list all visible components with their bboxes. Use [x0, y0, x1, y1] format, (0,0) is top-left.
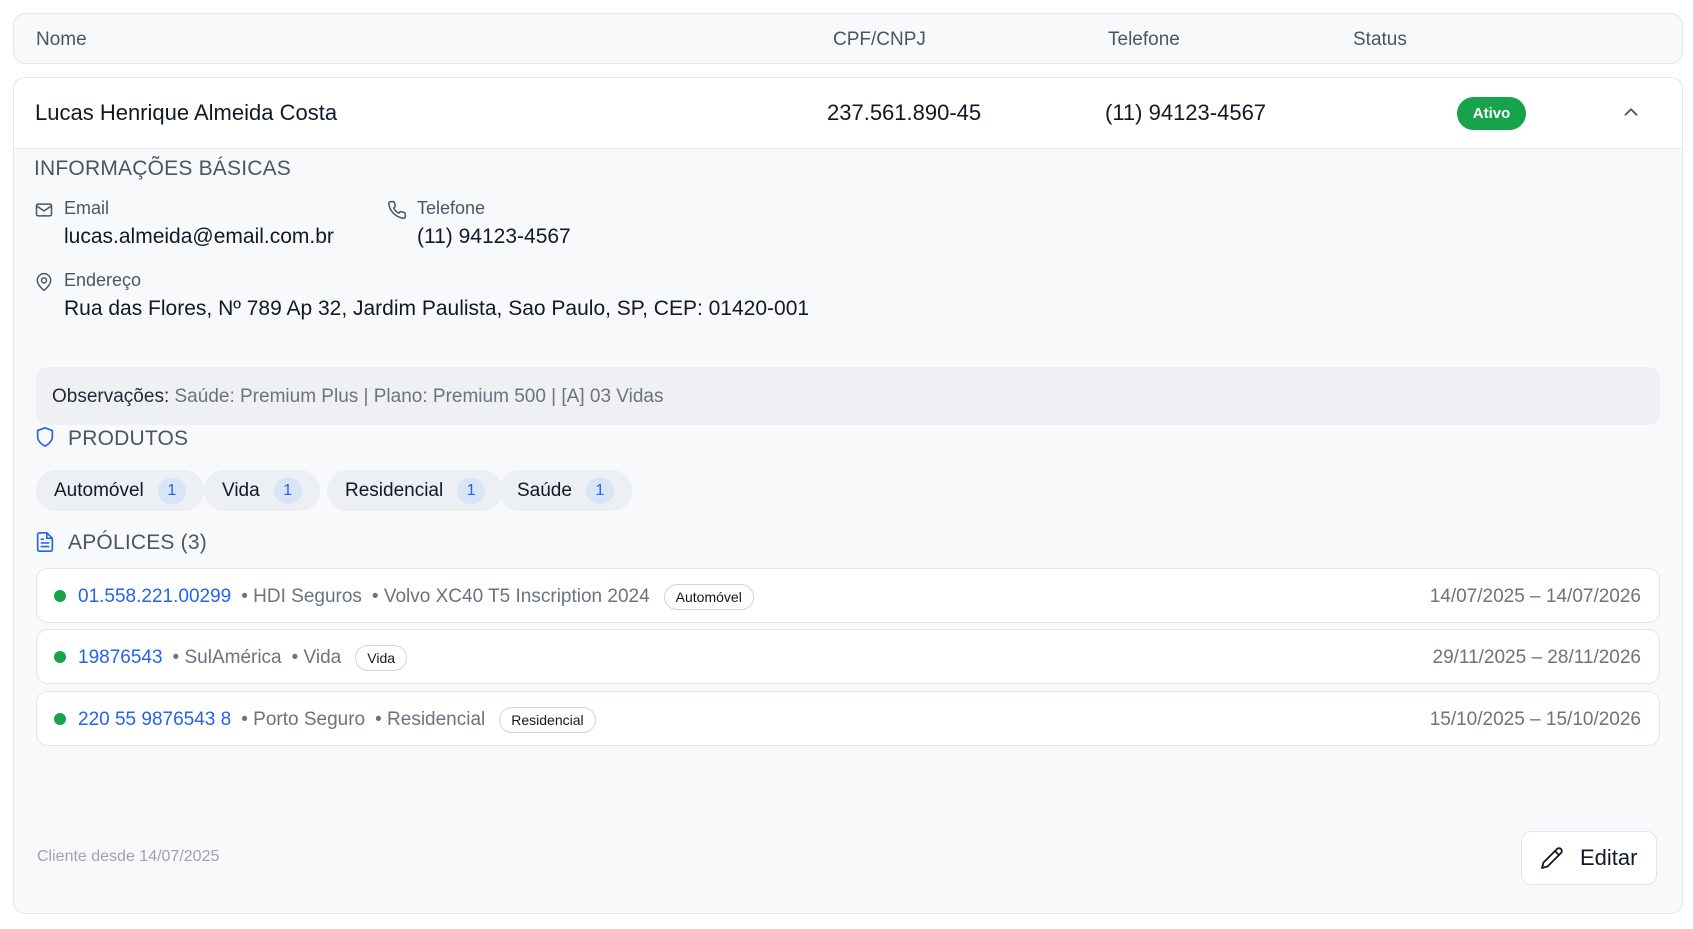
table-header: Nome CPF/CNPJ Telefone Status — [13, 13, 1683, 64]
client-row[interactable]: Lucas Henrique Almeida Costa 237.561.890… — [14, 78, 1682, 149]
policy-description: • Residencial — [375, 708, 486, 730]
policy-status-dot — [54, 651, 66, 663]
client-name: Lucas Henrique Almeida Costa — [35, 100, 338, 125]
policy-dates: 29/11/2025 – 28/11/2026 — [1432, 647, 1642, 668]
product-chip-saude[interactable]: Saúde 1 — [499, 470, 632, 511]
policy-description: • Volvo XC40 T5 Inscription 2024 — [371, 585, 650, 607]
policy-status-dot — [54, 713, 66, 725]
product-chip-residencial[interactable]: Residencial 1 — [327, 470, 504, 511]
phone-icon — [388, 200, 407, 219]
pencil-icon — [1541, 847, 1563, 869]
file-text-icon — [36, 532, 54, 552]
policy-dates: 15/10/2025 – 15/10/2026 — [1429, 709, 1641, 730]
edit-button[interactable]: Editar — [1521, 831, 1657, 885]
address-label: Endereço — [64, 270, 142, 290]
product-chip-label: Residencial — [345, 479, 444, 501]
observations-text: Saúde: Premium Plus | Plano: Premium 500… — [169, 386, 664, 407]
policy-insurer: • Porto Seguro — [241, 708, 366, 730]
column-header-name[interactable]: Nome — [36, 29, 87, 51]
product-count-badge: 1 — [457, 477, 486, 504]
observations-label: Observações: — [52, 386, 170, 407]
policy-row[interactable]: 01.558.221.00299 • HDI Seguros • Volvo X… — [36, 568, 1660, 623]
map-pin-icon — [36, 272, 52, 292]
product-count-badge: 1 — [273, 477, 302, 504]
policy-dates: 14/07/2025 – 14/07/2026 — [1429, 586, 1641, 607]
products-title: PRODUTOS — [68, 427, 189, 450]
policies-title: APÓLICES (3) — [68, 531, 207, 554]
email-label: Email — [64, 198, 110, 218]
shield-icon — [36, 427, 54, 447]
client-since: Cliente desde 14/07/2025 — [37, 848, 220, 865]
column-header-doc[interactable]: CPF/CNPJ — [833, 29, 926, 51]
policy-insurer: • HDI Seguros — [241, 585, 362, 607]
client-phone: (11) 94123-4567 — [1105, 100, 1267, 125]
policy-row[interactable]: 220 55 9876543 8 • Porto Seguro • Reside… — [36, 691, 1660, 746]
product-chip-label: Automóvel — [54, 479, 144, 501]
policy-status-dot — [54, 590, 66, 602]
policy-number[interactable]: 220 55 9876543 8 — [78, 709, 231, 731]
product-count-badge: 1 — [157, 477, 186, 504]
product-chip-label: Vida — [222, 479, 260, 501]
chevron-up-icon[interactable] — [1620, 101, 1642, 123]
edit-button-label: Editar — [1580, 845, 1638, 870]
product-chip-label: Saúde — [517, 479, 572, 501]
address-value: Rua das Flores, Nº 789 Ap 32, Jardim Pau… — [64, 297, 810, 320]
product-chip-automovel[interactable]: Automóvel 1 — [36, 470, 204, 511]
observations-box: Observações: Saúde: Premium Plus | Plano… — [36, 367, 1660, 425]
product-count-badge: 1 — [585, 477, 614, 504]
policy-type-tag: Vida — [355, 644, 408, 671]
policy-number[interactable]: 01.558.221.00299 — [78, 586, 231, 608]
mail-icon — [35, 203, 53, 217]
column-header-status[interactable]: Status — [1353, 29, 1407, 51]
phone-label: Telefone — [417, 198, 486, 218]
policy-insurer: • SulAmérica — [172, 646, 282, 668]
policy-type-tag: Residencial — [499, 706, 596, 733]
client-doc: 237.561.890-45 — [827, 100, 982, 125]
email-value: lucas.almeida@email.com.br — [64, 225, 334, 248]
status-badge: Ativo — [1457, 97, 1526, 130]
client-card: Lucas Henrique Almeida Costa 237.561.890… — [13, 77, 1683, 914]
product-chip-vida[interactable]: Vida 1 — [204, 470, 320, 511]
policy-row[interactable]: 19876543 • SulAmérica • Vida Vida 29/11/… — [36, 629, 1660, 684]
phone-value: (11) 94123-4567 — [417, 225, 571, 248]
policy-type-tag: Automóvel — [663, 583, 754, 610]
policy-number[interactable]: 19876543 — [78, 647, 163, 669]
column-header-phone[interactable]: Telefone — [1108, 29, 1180, 51]
basic-info-title: INFORMAÇÕES BÁSICAS — [34, 157, 292, 180]
policy-description: • Vida — [291, 646, 342, 668]
